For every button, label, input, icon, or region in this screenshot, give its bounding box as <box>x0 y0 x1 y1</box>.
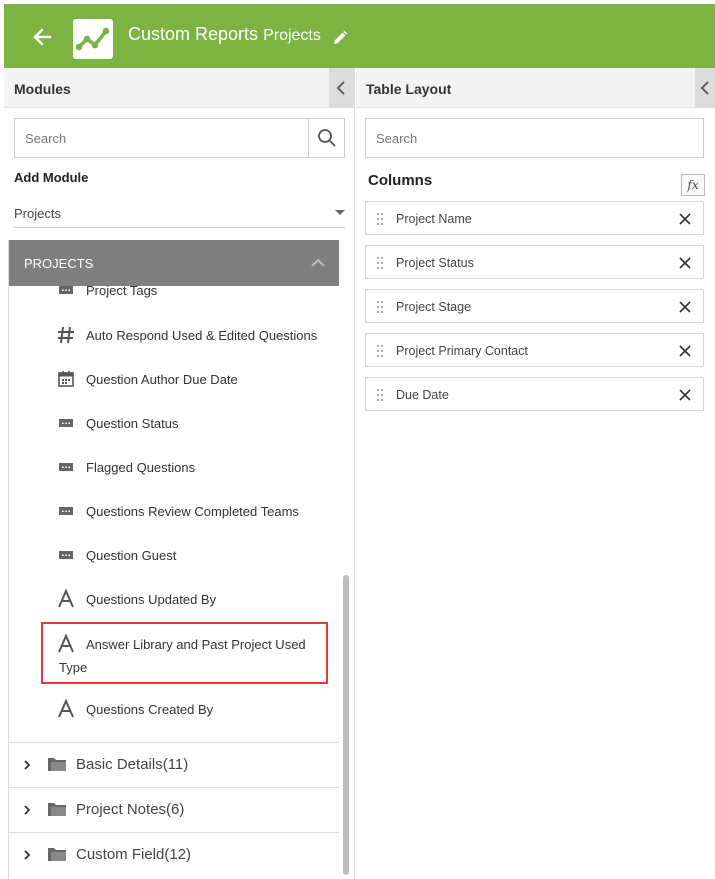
modules-panel-header: Modules <box>4 68 354 108</box>
modules-panel-title: Modules <box>14 81 71 97</box>
column-label: Project Primary Contact <box>396 344 528 358</box>
search-icon <box>318 129 336 147</box>
column-item[interactable]: Project Name <box>365 201 704 235</box>
picklist-icon <box>59 286 73 294</box>
drag-handle-icon[interactable] <box>376 212 384 226</box>
line-chart-logo-icon <box>73 19 113 59</box>
folder-icon <box>48 758 66 771</box>
modules-search-input[interactable] <box>15 119 309 157</box>
columns-label: Columns <box>368 172 433 189</box>
folder-icon <box>48 848 66 861</box>
field-label: Auto Respond Used & Edited Questions <box>86 328 318 343</box>
field-label: Question Guest <box>86 548 177 563</box>
text-icon <box>58 589 74 608</box>
column-item[interactable]: Project Status <box>365 245 704 279</box>
close-icon[interactable] <box>679 345 691 357</box>
text-icon <box>58 699 74 718</box>
field-tree-scrollbar[interactable] <box>340 240 350 879</box>
field-item[interactable]: Question Status <box>9 401 339 445</box>
folder-label: Basic Details(11) <box>76 756 189 773</box>
scrollbar-thumb[interactable] <box>343 575 349 875</box>
table-layout-panel: Table Layout Columns fx Project Name Pro… <box>356 68 715 879</box>
chevron-up-icon <box>311 258 325 267</box>
columns-search-box <box>365 118 704 158</box>
column-label: Project Status <box>396 256 474 270</box>
field-item[interactable]: Auto Respond Used & Edited Questions <box>9 313 339 357</box>
close-icon[interactable] <box>679 257 691 269</box>
formula-button[interactable]: fx <box>681 174 705 196</box>
close-icon[interactable] <box>679 213 691 225</box>
pencil-icon[interactable] <box>332 30 348 46</box>
module-select-value: Projects <box>14 206 61 221</box>
column-label: Due Date <box>396 388 449 402</box>
close-icon[interactable] <box>679 301 691 313</box>
field-label: Questions Created By <box>86 702 214 717</box>
drag-handle-icon[interactable] <box>376 388 384 402</box>
field-item[interactable]: Question Guest <box>9 533 339 577</box>
field-label: Answer Library and Past Project Used Typ… <box>59 637 306 675</box>
field-item[interactable]: Project Tags <box>9 274 339 304</box>
field-label: Question Status <box>86 416 179 431</box>
folder-label: Custom Field(12) <box>76 846 192 863</box>
field-label: Project Tags <box>86 283 158 298</box>
group-header-label: PROJECTS <box>24 256 94 271</box>
column-item[interactable]: Due Date <box>365 377 704 411</box>
field-item[interactable]: Questions Review Completed Teams <box>9 489 339 533</box>
table-layout-title: Table Layout <box>366 81 452 97</box>
column-label: Project Stage <box>396 300 472 314</box>
table-layout-header: Table Layout <box>356 68 715 108</box>
add-module-label: Add Module <box>14 170 89 185</box>
field-tree: PROJECTS Project Tags Auto Respond Used … <box>8 240 339 879</box>
chevron-left-icon <box>700 81 709 95</box>
chevron-right-icon <box>24 850 31 860</box>
picklist-icon <box>59 507 73 515</box>
chevron-right-icon <box>24 760 31 770</box>
close-icon[interactable] <box>679 389 691 401</box>
field-label: Questions Review Completed Teams <box>86 504 299 519</box>
chevron-left-icon <box>336 81 345 95</box>
drag-handle-icon[interactable] <box>376 256 384 270</box>
picklist-icon <box>59 551 73 559</box>
picklist-icon <box>59 419 73 427</box>
columns-search-input[interactable] <box>366 119 703 157</box>
field-item[interactable]: Question Author Due Date <box>9 357 339 401</box>
hash-icon <box>58 326 74 344</box>
picklist-icon <box>59 463 73 471</box>
collapse-layout-button[interactable] <box>695 68 715 108</box>
module-select[interactable]: Projects <box>14 200 345 228</box>
app-header: Custom Reports Projects <box>4 4 715 68</box>
field-item[interactable]: Questions Updated By <box>9 577 339 621</box>
page-title: Custom Reports Projects <box>128 24 321 45</box>
column-item[interactable]: Project Stage <box>365 289 704 323</box>
caret-down-icon <box>335 210 345 215</box>
folder-label: Project Notes(6) <box>76 801 185 818</box>
field-item[interactable]: Flagged Questions <box>9 445 339 489</box>
page-title-sub: Projects <box>263 27 321 44</box>
modules-search-box <box>14 118 345 158</box>
drag-handle-icon[interactable] <box>376 300 384 314</box>
page-title-main: Custom Reports <box>128 24 259 44</box>
modules-panel: Modules Add Module Projects PROJECTS Pro… <box>4 68 355 879</box>
arrow-left-icon[interactable] <box>31 26 53 48</box>
folder-custom-field[interactable]: Custom Field(12) <box>9 832 339 876</box>
calendar-icon <box>58 371 74 387</box>
field-label: Question Author Due Date <box>86 372 238 387</box>
folder-project-notes[interactable]: Project Notes(6) <box>9 787 339 831</box>
column-label: Project Name <box>396 212 472 226</box>
field-label: Flagged Questions <box>86 460 196 475</box>
folder-icon <box>48 803 66 816</box>
field-item[interactable]: Questions Created By <box>9 687 339 731</box>
drag-handle-icon[interactable] <box>376 344 384 358</box>
collapse-modules-button[interactable] <box>329 68 354 108</box>
chevron-right-icon <box>24 805 31 815</box>
field-item-highlighted[interactable]: Answer Library and Past Project Used Typ… <box>9 621 339 679</box>
field-label: Questions Updated By <box>86 592 217 607</box>
column-item[interactable]: Project Primary Contact <box>365 333 704 367</box>
folder-basic-details[interactable]: Basic Details(11) <box>9 742 339 786</box>
modules-search-button[interactable] <box>308 119 344 157</box>
